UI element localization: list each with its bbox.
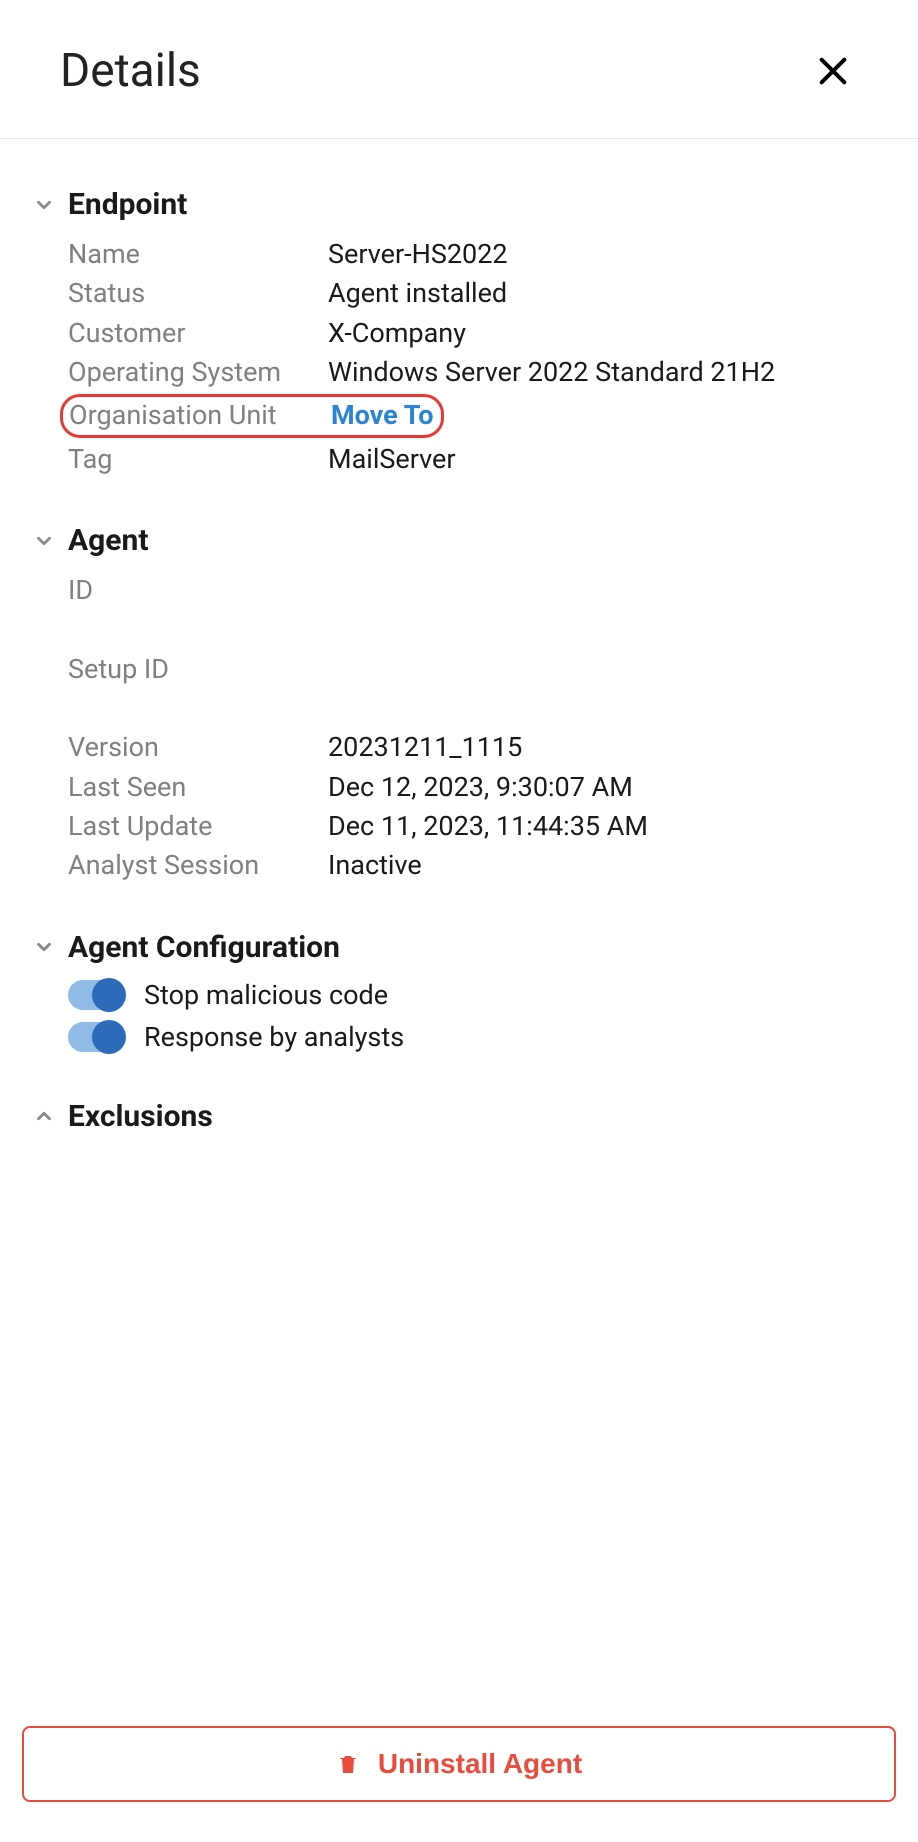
agent-rows: ID Setup ID Version 20231211_1115 Last S… [32,572,858,884]
label-agent-version: Version [68,729,328,765]
section-header-agent-config[interactable]: Agent Configuration [32,930,858,965]
value-agent-id [328,572,858,608]
value-agent-version: 20231211_1115 [328,729,858,765]
label-agent-last-update: Last Update [68,808,328,844]
value-endpoint-tag: MailServer [328,441,858,477]
value-agent-setup-id [328,651,858,687]
value-agent-last-update: Dec 11, 2023, 11:44:35 AM [328,808,858,844]
toggle-row-stop-malicious: Stop malicious code [68,979,858,1011]
row-agent-version: Version 20231211_1115 [68,729,858,765]
section-title-endpoint: Endpoint [68,187,187,222]
chevron-down-icon [32,194,56,216]
row-agent-id: ID [68,572,858,608]
label-response-analysts: Response by analysts [144,1021,404,1053]
row-agent-last-update: Last Update Dec 11, 2023, 11:44:35 AM [68,808,858,844]
row-endpoint-name: Name Server-HS2022 [68,236,858,272]
chevron-down-icon [32,530,56,552]
close-button[interactable] [808,46,858,96]
toggle-response-analysts[interactable] [68,1022,124,1052]
panel-title: Details [60,44,201,98]
label-agent-setup-id: Setup ID [68,651,328,687]
uninstall-agent-button[interactable]: Uninstall Agent [22,1726,896,1802]
toggle-row-response-analysts: Response by analysts [68,1021,858,1053]
agent-config-toggles: Stop malicious code Response by analysts [32,979,858,1053]
section-agent-config: Agent Configuration Stop malicious code … [32,930,858,1053]
label-agent-analyst-session: Analyst Session [68,847,328,883]
chevron-down-icon [32,936,56,958]
panel-footer: Uninstall Agent [0,1712,918,1842]
link-move-to[interactable]: Move To [331,399,433,431]
row-agent-setup-id: Setup ID [68,651,858,687]
label-endpoint-os: Operating System [68,354,328,390]
row-endpoint-tag: Tag MailServer [68,441,858,477]
trash-icon [336,1751,360,1777]
label-agent-id: ID [68,572,328,608]
details-panel: Details Endpoint Name Server-HS2022 [0,0,918,1842]
row-endpoint-os: Operating System Windows Server 2022 Sta… [68,354,858,390]
toggle-stop-malicious[interactable] [68,980,124,1010]
value-endpoint-os: Windows Server 2022 Standard 21H2 [328,354,858,390]
label-endpoint-org-unit: Organisation Unit [69,399,331,431]
row-spacer [68,612,858,648]
section-header-agent[interactable]: Agent [32,523,858,558]
value-agent-last-seen: Dec 12, 2023, 9:30:07 AM [328,769,858,805]
chevron-up-icon [32,1105,56,1127]
label-stop-malicious: Stop malicious code [144,979,388,1011]
value-endpoint-name: Server-HS2022 [328,236,858,272]
panel-header: Details [0,0,918,139]
value-endpoint-status: Agent installed [328,275,858,311]
section-agent: Agent ID Setup ID Version 20231211_1115 [32,523,858,884]
value-agent-analyst-session: Inactive [328,847,858,883]
row-endpoint-org-unit-highlighted: Organisation Unit Move To [60,394,444,438]
section-header-endpoint[interactable]: Endpoint [32,187,858,222]
label-endpoint-name: Name [68,236,328,272]
row-endpoint-customer: Customer X-Company [68,315,858,351]
section-title-exclusions: Exclusions [68,1099,213,1134]
close-icon [816,54,850,88]
row-agent-analyst-session: Analyst Session Inactive [68,847,858,883]
label-endpoint-tag: Tag [68,441,328,477]
section-exclusions: Exclusions [32,1099,858,1134]
row-spacer [68,690,858,726]
section-endpoint: Endpoint Name Server-HS2022 Status Agent… [32,187,858,477]
label-endpoint-customer: Customer [68,315,328,351]
label-agent-last-seen: Last Seen [68,769,328,805]
panel-content: Endpoint Name Server-HS2022 Status Agent… [0,139,918,1712]
row-endpoint-status: Status Agent installed [68,275,858,311]
section-title-agent: Agent [68,523,148,558]
label-endpoint-status: Status [68,275,328,311]
value-endpoint-customer: X-Company [328,315,858,351]
endpoint-rows: Name Server-HS2022 Status Agent installe… [32,236,858,477]
section-title-agent-config: Agent Configuration [68,930,340,965]
row-agent-last-seen: Last Seen Dec 12, 2023, 9:30:07 AM [68,769,858,805]
section-header-exclusions[interactable]: Exclusions [32,1099,858,1134]
uninstall-agent-label: Uninstall Agent [378,1748,582,1780]
